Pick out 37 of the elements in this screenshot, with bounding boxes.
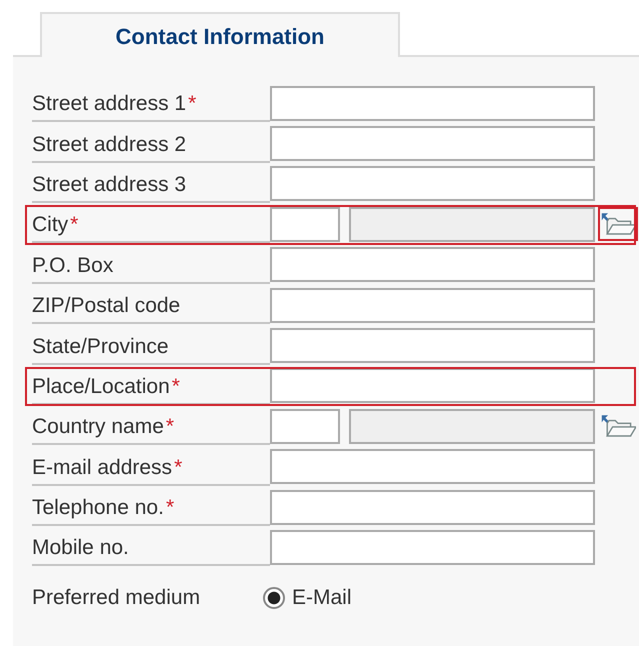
field-label: P.O. Box — [32, 254, 114, 278]
required-mark: * — [70, 213, 78, 238]
code-field[interactable] — [270, 206, 340, 242]
field-label: Preferred medium — [32, 586, 202, 610]
required-mark: * — [188, 92, 196, 116]
field-label: Street address 3 — [32, 172, 186, 197]
radio-label: E-Mail — [292, 586, 352, 610]
required-mark: * — [172, 374, 180, 399]
description-field[interactable] — [349, 206, 595, 242]
input-field[interactable] — [270, 166, 595, 202]
folder-icon[interactable] — [598, 207, 638, 242]
required-mark: * — [166, 415, 174, 440]
field-label: Street address 1 — [32, 92, 186, 116]
field-label: E-mail address — [32, 456, 172, 480]
field-label: Place/Location — [32, 374, 170, 399]
input-field[interactable] — [270, 247, 595, 282]
field-label: Mobile no. — [32, 536, 129, 560]
input-field[interactable] — [270, 490, 595, 525]
input-field[interactable] — [270, 368, 595, 404]
input-field[interactable] — [270, 328, 595, 364]
tab[interactable]: Contact Information — [40, 12, 400, 57]
required-mark: * — [166, 496, 174, 520]
code-field[interactable] — [270, 408, 340, 444]
field-label: City — [32, 213, 68, 238]
input-field[interactable] — [270, 126, 595, 162]
required-mark: * — [174, 456, 182, 480]
input-field[interactable] — [270, 530, 595, 565]
field-label: Country name — [32, 415, 164, 440]
input-field[interactable] — [270, 86, 595, 121]
field-label: ZIP/Postal code — [32, 294, 180, 318]
radio-button[interactable] — [263, 586, 285, 609]
field-label: Street address 2 — [32, 132, 186, 157]
input-field[interactable] — [270, 449, 595, 484]
input-field[interactable] — [270, 288, 595, 323]
field-label: Telephone no. — [32, 496, 164, 520]
field-label: State/Province — [32, 334, 169, 359]
description-field[interactable] — [349, 408, 595, 444]
